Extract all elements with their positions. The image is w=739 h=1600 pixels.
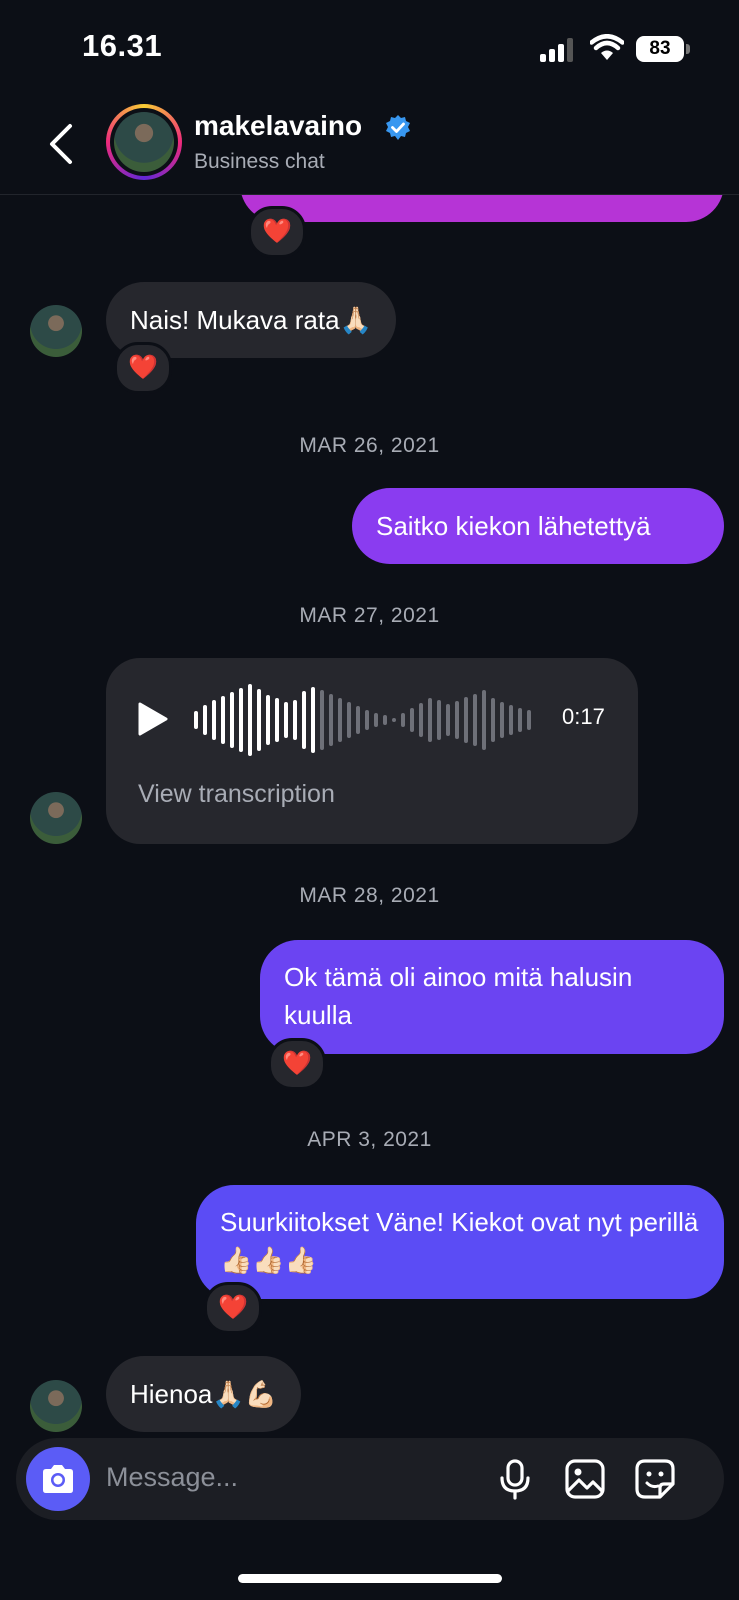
battery-icon: [686, 44, 690, 54]
heart-reaction[interactable]: ❤️: [114, 342, 172, 394]
sticker-icon[interactable]: [634, 1458, 676, 1500]
date-separator: MAR 26, 2021: [299, 434, 440, 457]
date-separator: MAR 28, 2021: [299, 884, 440, 907]
view-transcription-link[interactable]: View transcription: [138, 780, 335, 809]
heart-reaction[interactable]: ❤️: [248, 206, 306, 258]
sender-avatar[interactable]: [30, 1380, 82, 1432]
outgoing-message[interactable]: Ok tämä oli ainoo mitä halusin kuulla: [260, 940, 724, 1054]
camera-button[interactable]: [26, 1447, 90, 1511]
back-arrow-icon[interactable]: [44, 120, 78, 168]
outgoing-message[interactable]: Suurkiitokset Väne! Kiekot ovat nyt peri…: [196, 1185, 724, 1299]
chat-header: makelavaino Business chat: [0, 100, 739, 195]
message-text: Saitko kiekon lähetettyä: [376, 511, 651, 541]
date-separator: MAR 27, 2021: [299, 604, 440, 627]
status-time: 16.31: [82, 28, 163, 63]
date-separator: APR 3, 2021: [307, 1128, 432, 1151]
message-text: Nais! Mukava rata🙏🏻: [130, 305, 372, 335]
battery-level: 83: [636, 36, 684, 62]
chat-subtitle: Business chat: [194, 150, 325, 173]
message-text: Ok tämä oli ainoo mitä halusin kuulla: [284, 962, 633, 1030]
play-icon[interactable]: [138, 702, 168, 736]
heart-reaction[interactable]: ❤️: [204, 1282, 262, 1334]
cellular-signal-icon: [540, 38, 576, 62]
chat-username[interactable]: makelavaino: [194, 110, 362, 142]
home-indicator: [238, 1574, 502, 1583]
gallery-icon[interactable]: [564, 1458, 606, 1500]
message-text: Suurkiitokset Väne! Kiekot ovat nyt peri…: [220, 1207, 699, 1275]
camera-icon: [43, 1465, 73, 1493]
verified-badge-icon: [386, 115, 410, 140]
profile-avatar[interactable]: [106, 104, 182, 180]
message-text: Hienoa🙏🏻💪🏻: [130, 1379, 278, 1409]
message-composer: Message...: [16, 1438, 724, 1520]
voice-duration: 0:17: [562, 704, 605, 729]
sender-avatar[interactable]: [30, 792, 82, 844]
voice-message[interactable]: 0:17 View transcription: [106, 658, 638, 844]
outgoing-message[interactable]: Saitko kiekon lähetettyä: [352, 488, 724, 564]
audio-waveform[interactable]: [194, 680, 534, 760]
message-input[interactable]: Message...: [106, 1462, 238, 1493]
status-bar: 16.31 83: [0, 0, 739, 100]
heart-reaction[interactable]: ❤️: [268, 1038, 326, 1090]
wifi-icon: [590, 34, 624, 60]
sender-avatar[interactable]: [30, 305, 82, 357]
microphone-icon[interactable]: [494, 1458, 536, 1500]
incoming-message[interactable]: Hienoa🙏🏻💪🏻: [106, 1356, 302, 1432]
